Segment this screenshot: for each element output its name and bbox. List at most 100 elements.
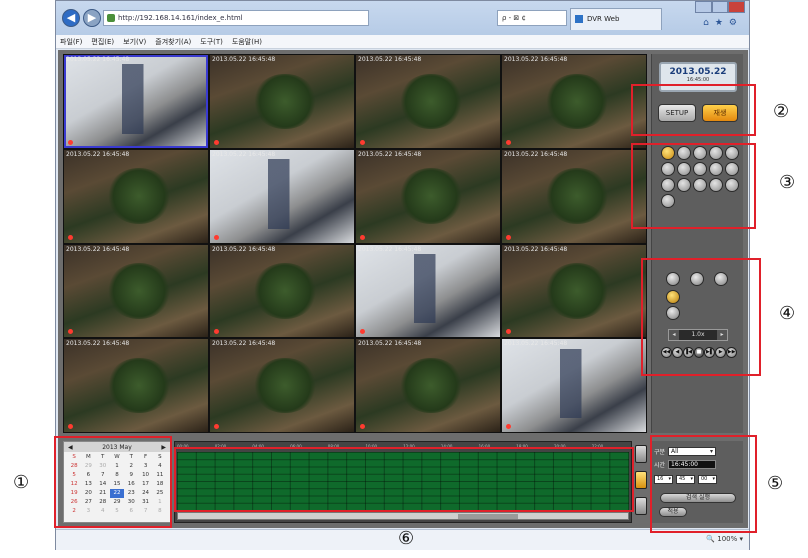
time-field[interactable]: 16:45:00 [668,460,717,469]
calendar-day[interactable]: 18 [153,480,167,489]
channel-button-15[interactable] [725,178,739,192]
channel-button-3[interactable] [693,146,707,160]
channel-button-8[interactable] [693,162,707,176]
calendar-day[interactable]: 19 [67,489,81,498]
transport-button[interactable]: ▶▶ [726,347,738,358]
zoom-out-button[interactable] [635,497,647,515]
speed-down-icon[interactable]: ◂ [669,330,679,340]
calendar-day[interactable]: 20 [81,489,95,498]
calendar-day[interactable]: 4 [96,507,110,516]
calendar-day[interactable]: 1 [110,462,124,471]
calendar-day[interactable]: 28 [67,462,81,471]
calendar-day[interactable]: 15 [110,480,124,489]
calendar-day[interactable]: 29 [110,498,124,507]
transport-button[interactable]: ▐◀ [682,347,694,358]
second-select[interactable]: 00 [698,475,717,484]
calendar-day[interactable]: 3 [138,462,152,471]
channel-button-14[interactable] [709,178,723,192]
camera-tile[interactable]: 2013.05.22 16:45:48 [210,149,354,243]
channel-button-6[interactable] [661,162,675,176]
search-button[interactable]: 검색 실행 [660,493,736,503]
type-select[interactable]: All [668,447,717,456]
calendar-day[interactable]: 30 [96,462,110,471]
minimize-button[interactable] [695,1,712,13]
calendar-day[interactable]: 10 [138,471,152,480]
camera-tile[interactable]: 2013.05.22 16:45:48 [356,149,500,243]
calendar-day[interactable]: 8 [153,507,167,516]
menu-edit[interactable]: 편집(E) [91,37,114,47]
apply-button[interactable]: 적용 [659,507,687,517]
camera-tile[interactable]: 2013.05.22 16:45:48 [210,339,354,432]
camera-tile[interactable]: 2013.05.22 16:45:48 [502,339,646,432]
calendar-day[interactable]: 16 [124,480,138,489]
back-button[interactable]: ◀ [62,9,80,27]
layout-16-button[interactable] [666,290,680,304]
calendar-day[interactable]: 26 [67,498,81,507]
menu-view[interactable]: 보기(V) [123,37,146,47]
timeline-track[interactable] [177,452,629,510]
channel-button-10[interactable] [725,162,739,176]
channel-button-13[interactable] [693,178,707,192]
menu-help[interactable]: 도움말(H) [232,37,262,47]
calendar-day[interactable]: 21 [96,489,110,498]
scroll-thumb[interactable] [458,514,518,519]
camera-tile[interactable]: 2013.05.22 16:45:48 [64,339,208,432]
hour-select[interactable]: 16 [654,475,673,484]
calendar-day[interactable]: 2 [67,507,81,516]
transport-button[interactable]: ▶ [715,347,727,358]
channel-button-2[interactable] [677,146,691,160]
calendar-day[interactable]: 9 [124,471,138,480]
timeline-scrollbar[interactable] [177,512,629,520]
calendar-day[interactable]: 29 [81,462,95,471]
layout-4-button[interactable] [690,272,704,286]
calendar-day[interactable]: 30 [124,498,138,507]
channel-button-11[interactable] [661,178,675,192]
calendar-day[interactable]: 2 [124,462,138,471]
toolbar-icons[interactable]: ⌂★⚙ [703,18,743,28]
calendar-day[interactable]: 13 [81,480,95,489]
channel-button-7[interactable] [677,162,691,176]
transport-button[interactable]: ▶▌ [704,347,716,358]
camera-tile[interactable]: 2013.05.22 16:45:48 [64,149,208,243]
camera-tile[interactable]: 2013.05.22 16:45:48 [64,55,208,148]
channel-button-1[interactable] [661,146,675,160]
speed-control[interactable]: ◂ 1.0x ▸ [668,329,728,341]
layout-1-button[interactable] [666,272,680,286]
address-controls[interactable]: ρ - ⊠ ¢ [497,10,567,26]
transport-button[interactable]: ◀ [671,347,683,358]
calendar-day[interactable]: 8 [110,471,124,480]
channel-button-16[interactable] [661,194,675,208]
zoom-level[interactable]: 🔍 100% ▾ [706,535,743,543]
camera-tile[interactable]: 2013.05.22 16:45:48 [210,55,354,148]
forward-button[interactable]: ▶ [83,9,101,27]
channel-button-4[interactable] [709,146,723,160]
layout-9-button[interactable] [714,272,728,286]
address-bar[interactable]: http://192.168.14.161/index_e.html [103,10,369,26]
calendar-day[interactable]: 5 [110,507,124,516]
transport-button[interactable]: ◀◀ [661,347,672,358]
camera-tile[interactable]: 2013.05.22 16:45:48 [502,149,646,243]
calendar-day[interactable]: 6 [81,471,95,480]
camera-tile[interactable]: 2013.05.22 16:45:48 [502,244,646,338]
calendar-day[interactable]: 5 [67,471,81,480]
camera-tile[interactable]: 2013.05.22 16:45:48 [502,55,646,148]
calendar-day[interactable]: 25 [153,489,167,498]
calendar-day[interactable]: 11 [153,471,167,480]
calendar-day[interactable]: 4 [153,462,167,471]
transport-button[interactable]: ■ [693,347,705,358]
zoom-in-button[interactable] [635,445,647,463]
calendar-day[interactable]: 7 [138,507,152,516]
speed-up-icon[interactable]: ▸ [717,330,727,340]
setup-button[interactable]: SETUP [658,104,696,122]
camera-tile[interactable]: 2013.05.22 16:45:48 [356,55,500,148]
camera-tile[interactable]: 2013.05.22 16:45:48 [210,244,354,338]
calendar-day[interactable]: 14 [96,480,110,489]
calendar-day[interactable]: 31 [138,498,152,507]
next-month-icon[interactable]: ▶ [161,444,166,451]
menu-tools[interactable]: 도구(T) [200,37,223,47]
calendar-day[interactable]: 12 [67,480,81,489]
play-mode-button[interactable]: 재생 [702,104,738,122]
camera-tile[interactable]: 2013.05.22 16:45:48 [356,244,500,338]
menu-favorites[interactable]: 즐겨찾기(A) [155,37,191,47]
zoom-mid-button[interactable] [635,471,647,489]
